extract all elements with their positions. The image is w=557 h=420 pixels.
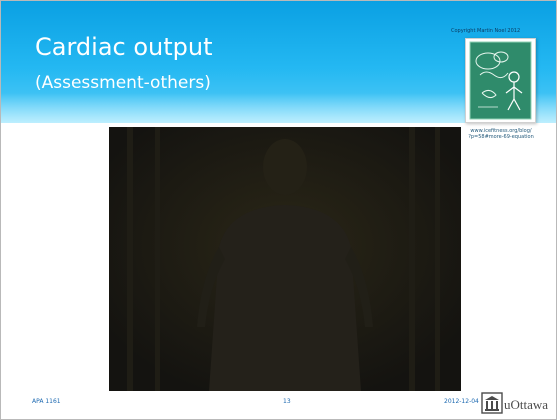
video-frame[interactable] xyxy=(109,127,461,391)
cartoon-image xyxy=(465,38,536,123)
slide-subtitle: (Assessment-others) xyxy=(35,73,211,93)
university-building-icon xyxy=(481,392,503,414)
logo-text: uOttawa xyxy=(504,397,549,412)
slide-title: Cardiac output xyxy=(35,33,213,61)
footer-date: 2012-12-04 xyxy=(444,398,479,405)
copyright-text: Copyright Martin Noel 2012 xyxy=(451,28,521,34)
footer-course: APA 1161 xyxy=(32,398,61,405)
footer-page-number: 13 xyxy=(283,398,291,405)
slide: Cardiac output (Assessment-others) Copyr… xyxy=(0,0,557,420)
cartoon-url: www.icefitness.org/blog/ ?p=58#more-69-e… xyxy=(464,128,538,140)
cartoon-url-line-2: ?p=58#more-69-equation xyxy=(468,134,534,140)
uottawa-logo: uOttawa xyxy=(481,392,549,414)
